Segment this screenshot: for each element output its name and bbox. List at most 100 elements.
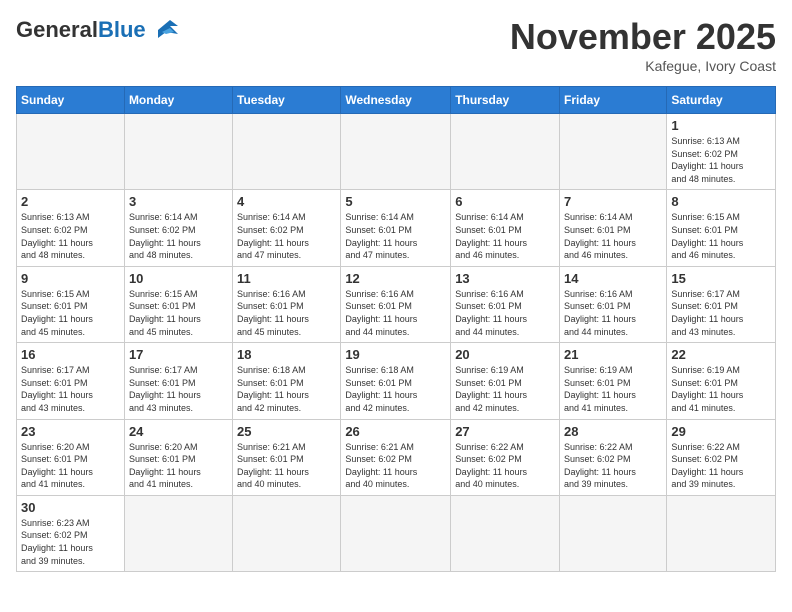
title-section: November 2025 Kafegue, Ivory Coast: [510, 16, 776, 74]
calendar-cell: 14 Sunrise: 6:16 AM Sunset: 6:01 PM Dayli…: [560, 266, 667, 342]
calendar-cell: 8Sunrise: 6:15 AM Sunset: 6:01 PM Daylig…: [667, 190, 776, 266]
day-number: 6: [455, 194, 555, 209]
calendar-cell: 4Sunrise: 6:14 AM Sunset: 6:02 PM Daylig…: [233, 190, 341, 266]
calendar-cell: 9Sunrise: 6:15 AM Sunset: 6:01 PM Daylig…: [17, 266, 125, 342]
weekday-header-wednesday: Wednesday: [341, 87, 451, 114]
day-info: Sunrise: 6:17 AM Sunset: 6:01 PM Dayligh…: [129, 364, 228, 414]
logo: General Blue: [16, 16, 182, 44]
day-number: 15: [671, 271, 771, 286]
weekday-header-thursday: Thursday: [451, 87, 560, 114]
weekday-header-sunday: Sunday: [17, 87, 125, 114]
calendar-cell: 19 Sunrise: 6:18 AM Sunset: 6:01 PM Dayli…: [341, 343, 451, 419]
logo-text: General Blue: [16, 16, 182, 44]
calendar-cell: 12 Sunrise: 6:16 AM Sunset: 6:01 PM Dayli…: [341, 266, 451, 342]
day-info: Sunrise: 6:16 AM Sunset: 6:01 PM Dayligh…: [564, 288, 662, 338]
calendar-cell: [341, 114, 451, 190]
day-number: 25: [237, 424, 336, 439]
calendar-cell: 20Sunrise: 6:19 AM Sunset: 6:01 PM Dayli…: [451, 343, 560, 419]
day-info: Sunrise: 6:15 AM Sunset: 6:01 PM Dayligh…: [129, 288, 228, 338]
day-info: Sunrise: 6:13 AM Sunset: 6:02 PM Dayligh…: [21, 211, 120, 261]
calendar-cell: 3Sunrise: 6:14 AM Sunset: 6:02 PM Daylig…: [124, 190, 232, 266]
day-info: Sunrise: 6:22 AM Sunset: 6:02 PM Dayligh…: [455, 441, 555, 491]
calendar-cell: 21Sunrise: 6:19 AM Sunset: 6:01 PM Dayli…: [560, 343, 667, 419]
calendar-cell: 22Sunrise: 6:19 AM Sunset: 6:01 PM Dayli…: [667, 343, 776, 419]
day-info: Sunrise: 6:16 AM Sunset: 6:01 PM Dayligh…: [455, 288, 555, 338]
calendar-cell: [233, 114, 341, 190]
logo-general: General: [16, 17, 98, 43]
calendar-cell: 28 Sunrise: 6:22 AM Sunset: 6:02 PM Dayli…: [560, 419, 667, 495]
day-number: 27: [455, 424, 555, 439]
calendar-week-row: 9 Sunrise: 6:15 AM Sunset: 6:01 PM Daylig…: [17, 266, 776, 342]
day-number: 24: [129, 424, 228, 439]
calendar-week-row: 30Sunrise: 6:23 AM Sunset: 6:02 PM Dayli…: [17, 495, 776, 571]
calendar-cell: 15 Sunrise: 6:17 AM Sunset: 6:01 PM Dayli…: [667, 266, 776, 342]
page-container: General Blue November 2025 Kafegue, Ivor…: [16, 16, 776, 572]
day-number: 10: [129, 271, 228, 286]
day-number: 9: [21, 271, 120, 286]
day-number: 12: [345, 271, 446, 286]
calendar-cell: 17 Sunrise: 6:17 AM Sunset: 6:01 PM Dayli…: [124, 343, 232, 419]
day-number: 26: [345, 424, 446, 439]
day-info: Sunrise: 6:17 AM Sunset: 6:01 PM Dayligh…: [21, 364, 120, 414]
day-number: 13: [455, 271, 555, 286]
day-number: 22: [671, 347, 771, 362]
day-info: Sunrise: 6:14 AM Sunset: 6:02 PM Dayligh…: [237, 211, 336, 261]
day-number: 2: [21, 194, 120, 209]
calendar-cell: 5 Sunrise: 6:14 AM Sunset: 6:01 PM Daylig…: [341, 190, 451, 266]
calendar-week-row: 23Sunrise: 6:20 AM Sunset: 6:01 PM Dayli…: [17, 419, 776, 495]
day-info: Sunrise: 6:22 AM Sunset: 6:02 PM Dayligh…: [671, 441, 771, 491]
logo-bird-icon: [150, 16, 182, 44]
day-info: Sunrise: 6:15 AM Sunset: 6:01 PM Dayligh…: [671, 211, 771, 261]
calendar-table: SundayMondayTuesdayWednesdayThursdayFrid…: [16, 86, 776, 572]
day-info: Sunrise: 6:20 AM Sunset: 6:01 PM Dayligh…: [129, 441, 228, 491]
calendar-cell: 29Sunrise: 6:22 AM Sunset: 6:02 PM Dayli…: [667, 419, 776, 495]
day-info: Sunrise: 6:14 AM Sunset: 6:01 PM Dayligh…: [455, 211, 555, 261]
calendar-cell: [17, 114, 125, 190]
day-number: 28: [564, 424, 662, 439]
weekday-header-tuesday: Tuesday: [233, 87, 341, 114]
day-number: 17: [129, 347, 228, 362]
day-number: 1: [671, 118, 771, 133]
calendar-week-row: 2 Sunrise: 6:13 AM Sunset: 6:02 PM Daylig…: [17, 190, 776, 266]
weekday-header-monday: Monday: [124, 87, 232, 114]
day-number: 18: [237, 347, 336, 362]
calendar-cell: [124, 495, 232, 571]
calendar-cell: 2 Sunrise: 6:13 AM Sunset: 6:02 PM Daylig…: [17, 190, 125, 266]
calendar-cell: 25 Sunrise: 6:21 AM Sunset: 6:01 PM Dayli…: [233, 419, 341, 495]
day-info: Sunrise: 6:14 AM Sunset: 6:01 PM Dayligh…: [345, 211, 446, 261]
calendar-cell: 13 Sunrise: 6:16 AM Sunset: 6:01 PM Dayli…: [451, 266, 560, 342]
logo-blue: Blue: [98, 17, 146, 43]
calendar-week-row: 16 Sunrise: 6:17 AM Sunset: 6:01 PM Dayli…: [17, 343, 776, 419]
day-info: Sunrise: 6:21 AM Sunset: 6:01 PM Dayligh…: [237, 441, 336, 491]
calendar-cell: 6 Sunrise: 6:14 AM Sunset: 6:01 PM Daylig…: [451, 190, 560, 266]
calendar-cell: [560, 495, 667, 571]
weekday-header-saturday: Saturday: [667, 87, 776, 114]
day-number: 5: [345, 194, 446, 209]
calendar-cell: [667, 495, 776, 571]
day-number: 3: [129, 194, 228, 209]
calendar-cell: 11Sunrise: 6:16 AM Sunset: 6:01 PM Dayli…: [233, 266, 341, 342]
day-info: Sunrise: 6:23 AM Sunset: 6:02 PM Dayligh…: [21, 517, 120, 567]
day-number: 19: [345, 347, 446, 362]
day-number: 14: [564, 271, 662, 286]
day-info: Sunrise: 6:20 AM Sunset: 6:01 PM Dayligh…: [21, 441, 120, 491]
weekday-header-row: SundayMondayTuesdayWednesdayThursdayFrid…: [17, 87, 776, 114]
day-info: Sunrise: 6:18 AM Sunset: 6:01 PM Dayligh…: [237, 364, 336, 414]
day-info: Sunrise: 6:22 AM Sunset: 6:02 PM Dayligh…: [564, 441, 662, 491]
calendar-cell: [341, 495, 451, 571]
day-info: Sunrise: 6:17 AM Sunset: 6:01 PM Dayligh…: [671, 288, 771, 338]
calendar-cell: 18 Sunrise: 6:18 AM Sunset: 6:01 PM Dayli…: [233, 343, 341, 419]
calendar-cell: 10 Sunrise: 6:15 AM Sunset: 6:01 PM Dayli…: [124, 266, 232, 342]
day-info: Sunrise: 6:18 AM Sunset: 6:01 PM Dayligh…: [345, 364, 446, 414]
day-number: 16: [21, 347, 120, 362]
calendar-cell: 1Sunrise: 6:13 AM Sunset: 6:02 PM Daylig…: [667, 114, 776, 190]
day-number: 7: [564, 194, 662, 209]
day-info: Sunrise: 6:16 AM Sunset: 6:01 PM Dayligh…: [345, 288, 446, 338]
calendar-cell: 27 Sunrise: 6:22 AM Sunset: 6:02 PM Dayli…: [451, 419, 560, 495]
month-title: November 2025: [510, 16, 776, 58]
calendar-cell: [560, 114, 667, 190]
weekday-header-friday: Friday: [560, 87, 667, 114]
day-info: Sunrise: 6:16 AM Sunset: 6:01 PM Dayligh…: [237, 288, 336, 338]
calendar-cell: 30Sunrise: 6:23 AM Sunset: 6:02 PM Dayli…: [17, 495, 125, 571]
header: General Blue November 2025 Kafegue, Ivor…: [16, 16, 776, 74]
